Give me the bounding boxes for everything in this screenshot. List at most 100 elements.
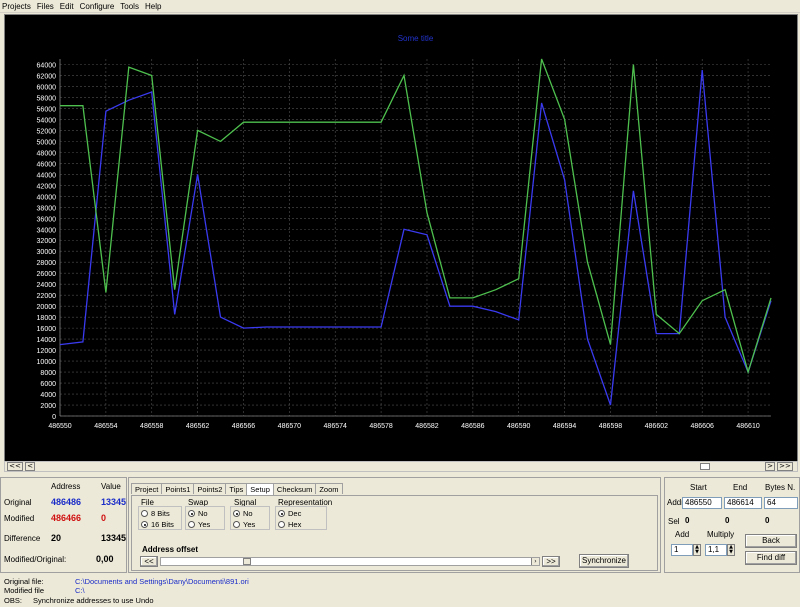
- tab-strip: Project Points1 Points2 Tips Setup Check…: [131, 483, 343, 495]
- y-tick-label: 52000: [37, 128, 57, 135]
- radio-selected-icon: [233, 510, 240, 517]
- offset-slider[interactable]: ›: [160, 557, 540, 566]
- y-tick-label: 40000: [37, 194, 57, 201]
- signal-no-radio[interactable]: No: [233, 509, 253, 518]
- scroll-right-fast-button[interactable]: >>: [777, 462, 793, 471]
- x-tick-label: 486598: [599, 423, 622, 430]
- menu-projects[interactable]: Projects: [2, 2, 31, 11]
- signal-yes-radio[interactable]: Yes: [233, 520, 255, 529]
- repr-hex-radio[interactable]: Hex: [278, 520, 301, 529]
- scroll-thumb[interactable]: [700, 463, 710, 470]
- back-button[interactable]: Back: [745, 534, 797, 548]
- address-offset-label: Address offset: [142, 545, 199, 554]
- file-8bits-radio[interactable]: 8 Bits: [141, 509, 170, 518]
- menu-edit[interactable]: Edit: [60, 2, 74, 11]
- original-label: Original: [4, 498, 32, 507]
- y-tick-label: 30000: [37, 249, 57, 256]
- original-file-path: C:\Documents and Settings\Dany\Documenti…: [75, 577, 249, 586]
- menu-tools[interactable]: Tools: [120, 2, 139, 11]
- x-tick-label: 486610: [736, 423, 759, 430]
- y-tick-label: 46000: [37, 161, 57, 168]
- radio-icon: [278, 521, 285, 528]
- chart-scrollbar[interactable]: << < > >>: [4, 461, 798, 472]
- tab-points2[interactable]: Points2: [193, 483, 227, 494]
- repr-dec-label: Dec: [288, 509, 302, 518]
- x-tick-label: 486558: [140, 423, 163, 430]
- file-16bits-radio[interactable]: 16 Bits: [141, 520, 174, 529]
- modified-file-label: Modified file: [4, 586, 45, 595]
- offset-right-step-icon[interactable]: ›: [531, 558, 539, 565]
- scroll-right-button[interactable]: >: [765, 462, 775, 471]
- add-spinner[interactable]: ▲ ▼: [693, 544, 701, 556]
- swap-no-radio[interactable]: No: [188, 509, 208, 518]
- menu-bar: Projects Files Edit Configure Tools Help: [0, 0, 800, 13]
- y-tick-label: 2000: [40, 403, 56, 410]
- original-address: 486486: [51, 497, 82, 507]
- swap-no-label: No: [198, 509, 208, 518]
- file-8bits-label: 8 Bits: [151, 509, 170, 518]
- repr-dec-radio[interactable]: Dec: [278, 509, 301, 518]
- offset-right-fast-button[interactable]: >>: [542, 556, 560, 567]
- settings-panel: Project Points1 Points2 Tips Setup Check…: [128, 477, 661, 573]
- difference-address: 20: [51, 533, 62, 543]
- x-tick-label: 486570: [278, 423, 301, 430]
- x-tick-label: 486602: [645, 423, 668, 430]
- y-tick-label: 26000: [37, 271, 57, 278]
- repr-hex-label: Hex: [288, 520, 302, 529]
- scroll-left-button[interactable]: <: [25, 462, 35, 471]
- y-tick-label: 16000: [37, 326, 57, 333]
- y-tick-label: 42000: [37, 183, 57, 190]
- radio-icon: [188, 521, 195, 528]
- tab-project[interactable]: Project: [131, 483, 163, 494]
- add-field[interactable]: 1: [671, 544, 693, 556]
- range-panel: Start End Bytes N. Addr 486550 486614 64…: [664, 477, 800, 573]
- y-tick-label: 4000: [40, 392, 56, 399]
- synchronize-button[interactable]: Synchronize: [579, 554, 629, 568]
- swap-yes-radio[interactable]: Yes: [188, 520, 210, 529]
- y-tick-label: 32000: [37, 238, 57, 245]
- end-address-field[interactable]: 486614: [724, 497, 762, 509]
- signal-no-label: No: [243, 509, 253, 518]
- setup-tab-body: File 8 Bits 16 Bits Swap No Yes Signal N…: [131, 495, 658, 571]
- y-tick-label: 44000: [37, 172, 57, 179]
- tab-zoom[interactable]: Zoom: [315, 483, 343, 494]
- chart-pane: 0 2000 4000 6000 8000 10000 12000 14000 16000 180…: [4, 14, 798, 472]
- bytes-label: Bytes N.: [765, 483, 796, 492]
- original-value: 13345: [101, 497, 127, 507]
- offset-left-fast-button[interactable]: <<: [140, 556, 158, 567]
- tab-setup[interactable]: Setup: [246, 483, 274, 495]
- x-tick-label: 486566: [232, 423, 255, 430]
- x-tick-label: 486606: [691, 423, 714, 430]
- menu-configure[interactable]: Configure: [80, 2, 115, 11]
- y-tick-label: 8000: [40, 370, 56, 377]
- x-tick-label: 486550: [48, 423, 71, 430]
- multiply-field[interactable]: 1,1: [705, 544, 727, 556]
- difference-label: Difference: [4, 534, 41, 543]
- status-area: Original file: C:\Documents and Settings…: [0, 575, 800, 607]
- menu-files[interactable]: Files: [37, 2, 54, 11]
- file-16bits-label: 16 Bits: [151, 520, 174, 529]
- sel-end-value: 0: [725, 516, 730, 525]
- end-label: End: [733, 483, 748, 492]
- tab-points1[interactable]: Points1: [161, 483, 195, 494]
- find-diff-button[interactable]: Find diff: [745, 551, 797, 565]
- values-panel: Address Value Original 486486 13345 Modi…: [0, 477, 127, 573]
- x-tick-label: 486582: [415, 423, 438, 430]
- multiply-spinner[interactable]: ▲ ▼: [727, 544, 735, 556]
- x-tick-label: 486554: [94, 423, 117, 430]
- bytes-field[interactable]: 64: [764, 497, 798, 509]
- y-tick-label: 50000: [37, 139, 57, 146]
- tab-tips[interactable]: Tips: [225, 483, 248, 494]
- y-tick-label: 6000: [40, 381, 56, 388]
- scroll-left-fast-button[interactable]: <<: [7, 462, 23, 471]
- x-tick-label: 486578: [369, 423, 392, 430]
- y-tick-label: 56000: [37, 106, 57, 113]
- menu-help[interactable]: Help: [145, 2, 161, 11]
- sel-bytes-value: 0: [765, 516, 770, 525]
- modified-label: Modified: [4, 514, 35, 523]
- multiply-label: Multiply: [707, 530, 735, 539]
- start-address-field[interactable]: 486550: [682, 497, 722, 509]
- tab-checksum[interactable]: Checksum: [272, 483, 317, 494]
- ratio-label: Modified/Original:: [4, 555, 67, 564]
- offset-slider-thumb[interactable]: [243, 558, 251, 565]
